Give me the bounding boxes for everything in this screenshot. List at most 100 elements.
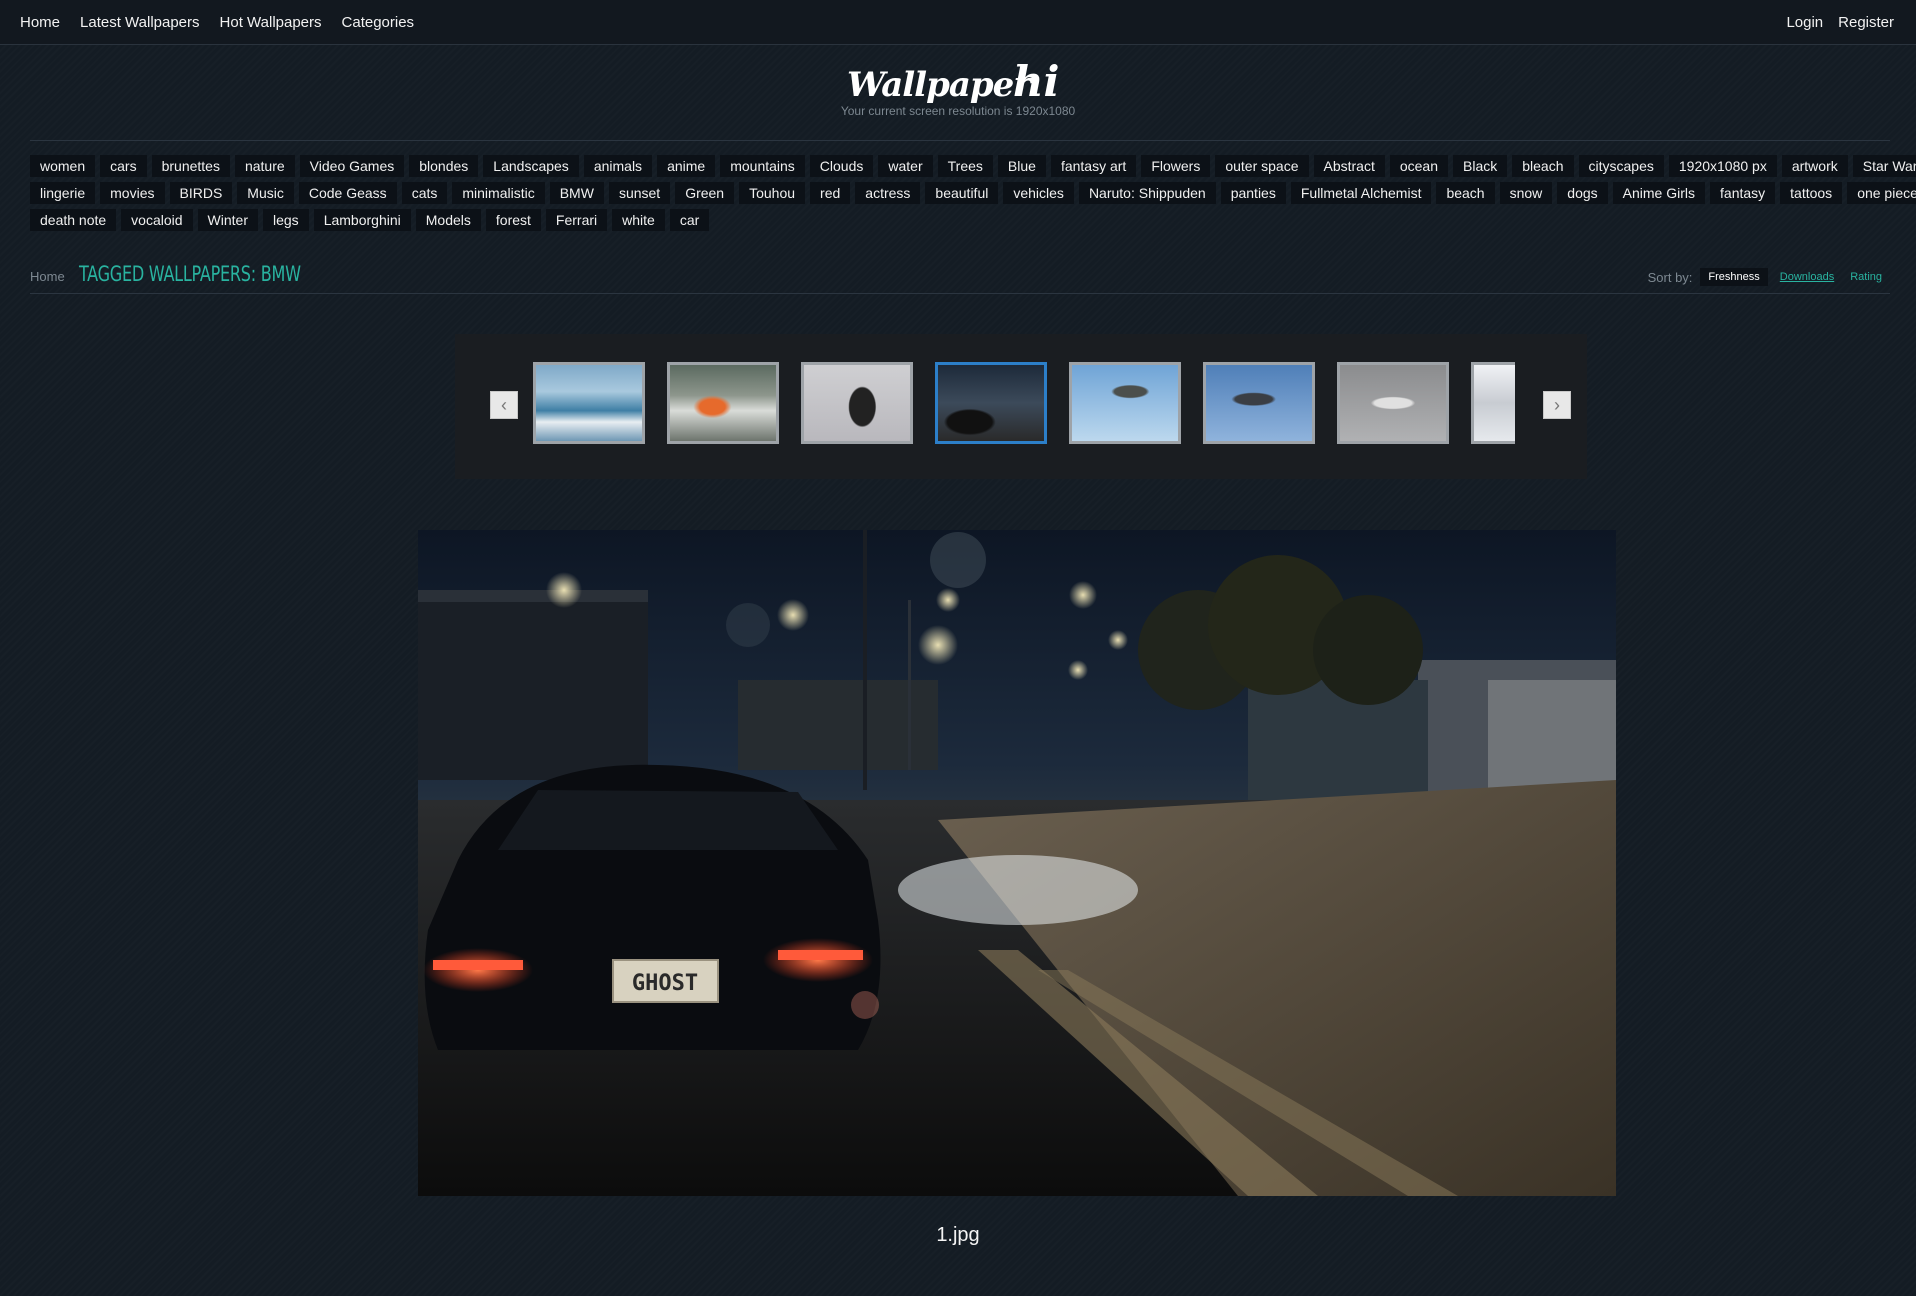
tag-link[interactable]: Landscapes [483, 155, 579, 177]
license-plate-text: GHOST [632, 971, 698, 996]
tag-link[interactable]: fantasy art [1050, 155, 1137, 177]
tag-link[interactable]: Green [675, 182, 735, 204]
tag-link[interactable]: Lamborghini [313, 209, 411, 231]
tag-link[interactable]: movies [100, 182, 165, 204]
thumb-7[interactable] [1337, 362, 1449, 444]
tag-link[interactable]: water [878, 155, 933, 177]
thumb-1[interactable] [533, 362, 645, 444]
divider [30, 293, 1890, 294]
tag-link[interactable]: BIRDS [169, 182, 233, 204]
thumb-3[interactable] [801, 362, 913, 444]
tag-link[interactable]: Video Games [299, 155, 405, 177]
nav-categories-link[interactable]: Categories [342, 14, 415, 31]
tag-link[interactable]: Winter [197, 209, 258, 231]
tag-link[interactable]: Trees [937, 155, 993, 177]
tag-link[interactable]: BMW [549, 182, 604, 204]
tag-link[interactable]: artwork [1781, 155, 1848, 177]
thumb-2[interactable] [667, 362, 779, 444]
tag-cloud: women cars brunettes nature Video Games blond… [30, 155, 1916, 236]
sort-downloads-link[interactable]: Downloads [1776, 271, 1838, 283]
tag-link[interactable]: dogs [1557, 182, 1608, 204]
tag-link[interactable]: vocaloid [121, 209, 193, 231]
tag-link[interactable]: snow [1499, 182, 1553, 204]
svg-text:Wallpaper: Wallpaper [847, 65, 1033, 105]
tag-link[interactable]: mountains [720, 155, 805, 177]
nav-hot-link[interactable]: Hot Wallpapers [220, 14, 322, 31]
thumb-4[interactable] [935, 362, 1047, 444]
tag-link[interactable]: beach [1436, 182, 1495, 204]
tag-link[interactable]: legs [263, 209, 309, 231]
tag-link[interactable]: anime [657, 155, 716, 177]
breadcrumb-home-link[interactable]: Home [30, 269, 65, 284]
tag-link[interactable]: cityscapes [1578, 155, 1664, 177]
tag-link[interactable]: panties [1220, 182, 1286, 204]
tag-row: death note vocaloid Winter legs Lamborghini M… [30, 209, 1890, 231]
tag-link[interactable]: outer space [1215, 155, 1309, 177]
tag-link[interactable]: minimalistic [452, 182, 545, 204]
tag-link[interactable]: Fullmetal Alchemist [1290, 182, 1432, 204]
divider [30, 140, 1890, 141]
tag-link[interactable]: fantasy [1710, 182, 1776, 204]
image-filename: 1.jpg [936, 1224, 980, 1246]
tag-link[interactable]: Music [237, 182, 294, 204]
tag-link[interactable]: lingerie [30, 182, 96, 204]
register-link[interactable]: Register [1838, 14, 1894, 31]
sort-label: Sort by: [1647, 269, 1693, 285]
chevron-left-icon: ‹ [501, 395, 507, 415]
thumb-8[interactable] [1471, 362, 1515, 444]
tag-link[interactable]: 1920x1080 px [1668, 155, 1777, 177]
tag-link[interactable]: brunettes [151, 155, 230, 177]
tag-link[interactable]: one piece [1847, 182, 1916, 204]
tag-link[interactable]: Abstract [1313, 155, 1385, 177]
tag-link[interactable]: Clouds [809, 155, 874, 177]
tag-link[interactable]: Blue [997, 155, 1046, 177]
tag-link[interactable]: forest [485, 209, 541, 231]
tag-link[interactable]: vehicles [1003, 182, 1074, 204]
carousel-prev-button[interactable]: ‹ [490, 391, 518, 419]
thumb-6[interactable] [1203, 362, 1315, 444]
tag-link[interactable]: women [30, 155, 96, 177]
tag-link[interactable]: Naruto: Shippuden [1078, 182, 1216, 204]
tag-link[interactable]: cars [100, 155, 147, 177]
top-nav: Home Latest Wallpapers Hot Wallpapers Ca… [0, 0, 1916, 45]
screen-resolution-text: Your current screen resolution is 1920x1… [840, 104, 1076, 118]
tag-link[interactable]: actress [855, 182, 921, 204]
tag-row: lingerie movies BIRDS Music Code Geass cats mi… [30, 182, 1916, 204]
main-wallpaper-image[interactable]: GHOST [418, 530, 1616, 1196]
thumbnail-carousel: ‹ › [455, 334, 1587, 479]
tag-link[interactable]: beautiful [925, 182, 999, 204]
tag-link[interactable]: Black [1453, 155, 1508, 177]
carousel-next-button[interactable]: › [1543, 391, 1571, 419]
sort-rating-link[interactable]: Rating [1846, 271, 1886, 283]
tag-link[interactable]: car [669, 209, 710, 231]
tag-link[interactable]: sunset [608, 182, 671, 204]
nav-latest-link[interactable]: Latest Wallpapers [80, 14, 200, 31]
tag-link[interactable]: death note [30, 209, 117, 231]
top-nav-right: Login Register [1786, 0, 1894, 44]
thumb-5[interactable] [1069, 362, 1181, 444]
sort-controls: Sort by: Freshness Downloads Rating [1648, 268, 1886, 286]
tag-link[interactable]: ocean [1389, 155, 1449, 177]
tag-link[interactable]: animals [583, 155, 653, 177]
sort-freshness-button[interactable]: Freshness [1700, 268, 1768, 286]
tag-link[interactable]: bleach [1512, 155, 1574, 177]
nav-home-link[interactable]: Home [20, 14, 60, 31]
breadcrumb: Home TAGGED WALLPAPERS: BMW [30, 262, 340, 286]
tag-link[interactable]: red [810, 182, 851, 204]
tag-link[interactable]: Star Wars [1852, 155, 1916, 177]
tag-link[interactable]: Touhou [739, 182, 806, 204]
thumbnail-strip [533, 362, 1515, 444]
tag-link[interactable]: white [612, 209, 665, 231]
tag-link[interactable]: Anime Girls [1612, 182, 1706, 204]
tag-link[interactable]: cats [401, 182, 448, 204]
tag-link[interactable]: blondes [409, 155, 479, 177]
chevron-right-icon: › [1554, 395, 1560, 415]
site-logo[interactable]: Wallpaper hi [843, 58, 1073, 106]
tag-link[interactable]: Ferrari [545, 209, 608, 231]
tag-link[interactable]: Code Geass [298, 182, 397, 204]
tag-link[interactable]: tattoos [1780, 182, 1843, 204]
tag-link[interactable]: Flowers [1141, 155, 1211, 177]
tag-link[interactable]: Models [415, 209, 481, 231]
tag-link[interactable]: nature [234, 155, 295, 177]
login-link[interactable]: Login [1786, 14, 1823, 31]
